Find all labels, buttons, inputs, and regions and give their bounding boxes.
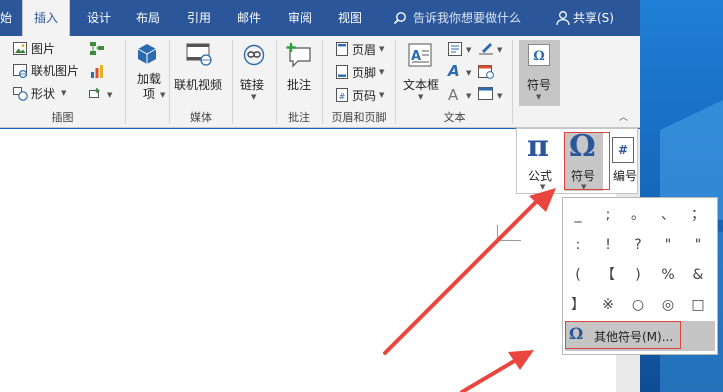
arrow-line	[460, 358, 518, 392]
arrow-head-icon	[508, 350, 534, 370]
arrow-head-icon	[529, 188, 556, 212]
arrow-line	[383, 198, 540, 355]
annotation-arrows	[383, 188, 556, 392]
